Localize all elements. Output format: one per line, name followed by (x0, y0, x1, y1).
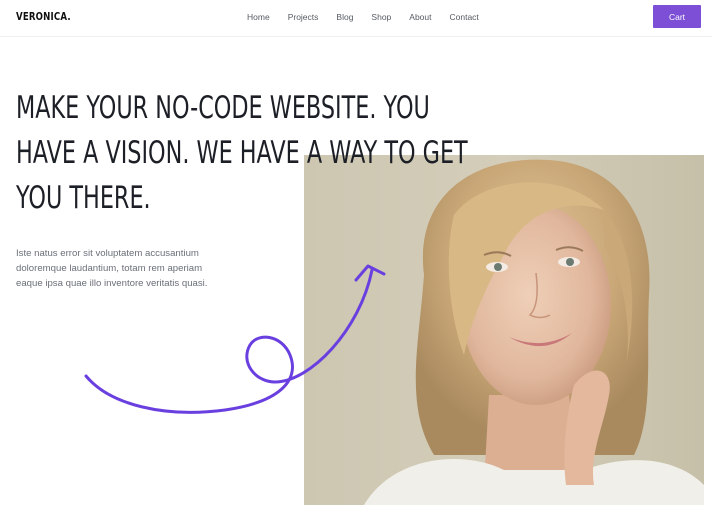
cart-button[interactable]: Cart (653, 5, 701, 28)
nav-blog[interactable]: Blog (336, 12, 353, 22)
nav-home[interactable]: Home (247, 12, 270, 22)
main-nav: Home Projects Blog Shop About Contact (247, 12, 497, 22)
hero-headline: MAKE YOUR NO-CODE WEBSITE. YOU HAVE A VI… (16, 90, 468, 216)
hero-body-text: Iste natus error sit voluptatem accusant… (16, 248, 208, 289)
nav-contact[interactable]: Contact (450, 12, 479, 22)
site-logo[interactable]: VERONICA. (16, 11, 71, 23)
nav-shop[interactable]: Shop (371, 12, 391, 22)
nav-projects[interactable]: Projects (288, 12, 319, 22)
nav-about[interactable]: About (409, 12, 431, 22)
site-header: VERONICA. Home Projects Blog Shop About … (0, 0, 712, 37)
page: VERONICA. Home Projects Blog Shop About … (0, 0, 712, 516)
